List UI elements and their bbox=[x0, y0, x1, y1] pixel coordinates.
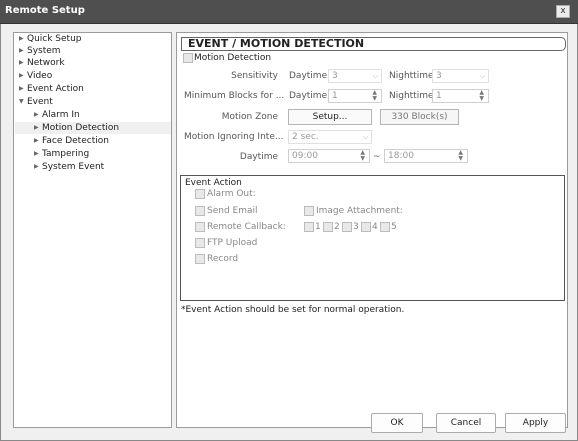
tree-item-label: Network bbox=[27, 58, 65, 68]
expand-arrow-icon: ▶ bbox=[34, 137, 39, 144]
tree-item-event-action[interactable]: ▶ Event Action bbox=[19, 83, 84, 95]
tree-item-label: System Event bbox=[42, 162, 105, 172]
min-blocks-nighttime-label: Nighttime bbox=[389, 91, 434, 101]
alarm-out-checkbox[interactable] bbox=[195, 189, 205, 199]
callback-3-label: 3 bbox=[353, 222, 359, 232]
apply-button[interactable]: Apply bbox=[505, 413, 566, 433]
tree-item-label: Event bbox=[27, 97, 53, 107]
stepper-value: 1 bbox=[332, 91, 338, 101]
stepper-arrows-icon: ▲ ▼ bbox=[458, 149, 463, 162]
callback-4-checkbox[interactable] bbox=[361, 222, 371, 232]
chevron-down-icon: ⌵ bbox=[479, 72, 485, 80]
tree-item-label: Quick Setup bbox=[27, 34, 82, 44]
send-email-label: Send Email bbox=[207, 206, 258, 216]
tree-item-label: System bbox=[27, 46, 61, 56]
expand-arrow-icon: ▶ bbox=[19, 72, 24, 79]
callback-2-label: 2 bbox=[334, 222, 340, 232]
callback-1-label: 1 bbox=[315, 222, 321, 232]
tree-item-alarm-in[interactable]: ▶ Alarm In bbox=[34, 109, 80, 121]
window-title: Remote Setup bbox=[5, 5, 85, 16]
tree-item-tampering[interactable]: ▶ Tampering bbox=[34, 148, 89, 160]
sensitivity-nighttime-select[interactable]: 3 ⌵ bbox=[432, 69, 489, 83]
sensitivity-nighttime-label: Nighttime bbox=[389, 71, 434, 81]
motion-detection-label: Motion Detection bbox=[194, 53, 272, 63]
expand-arrow-icon: ▶ bbox=[19, 85, 24, 92]
tree-item-label: Alarm In bbox=[42, 110, 80, 120]
tree-item-label: Face Detection bbox=[42, 136, 109, 146]
callback-5-checkbox[interactable] bbox=[380, 222, 390, 232]
image-attachment-checkbox[interactable] bbox=[304, 206, 314, 216]
ftp-upload-label: FTP Upload bbox=[207, 238, 258, 248]
tree-item-event[interactable]: ▼ Event bbox=[19, 96, 53, 108]
expand-arrow-icon: ▶ bbox=[34, 124, 39, 131]
event-action-note: *Event Action should be set for normal o… bbox=[181, 305, 405, 315]
tree-item-label: Tampering bbox=[42, 149, 90, 159]
ok-button[interactable]: OK bbox=[371, 413, 423, 433]
motion-detection-checkbox[interactable] bbox=[183, 53, 193, 63]
tree-item-label: Event Action bbox=[27, 84, 84, 94]
expand-arrow-icon: ▶ bbox=[19, 35, 24, 42]
stepper-arrows-icon: ▲ ▼ bbox=[372, 89, 377, 102]
motion-zone-label: Motion Zone bbox=[221, 112, 278, 122]
sensitivity-daytime-select[interactable]: 3 ⌵ bbox=[328, 69, 382, 83]
remote-callback-label: Remote Callback: bbox=[207, 222, 286, 232]
cancel-button[interactable]: Cancel bbox=[436, 413, 496, 433]
send-email-checkbox[interactable] bbox=[195, 206, 205, 216]
motion-zone-setup-button[interactable]: Setup... bbox=[288, 109, 372, 125]
motion-zone-blocks: 330 Block(s) bbox=[380, 109, 459, 125]
callback-2-checkbox[interactable] bbox=[323, 222, 333, 232]
select-value: 3 bbox=[436, 71, 442, 81]
ftp-upload-checkbox[interactable] bbox=[195, 238, 205, 248]
page-title: EVENT / MOTION DETECTION bbox=[181, 37, 566, 51]
alarm-out-label: Alarm Out: bbox=[207, 189, 256, 199]
close-button[interactable]: x bbox=[556, 5, 570, 18]
callback-3-checkbox[interactable] bbox=[342, 222, 352, 232]
callback-4-label: 4 bbox=[372, 222, 378, 232]
expand-arrow-icon: ▶ bbox=[19, 59, 24, 66]
expand-arrow-icon: ▶ bbox=[34, 163, 39, 170]
record-label: Record bbox=[207, 254, 239, 264]
select-value: 2 sec. bbox=[292, 132, 319, 142]
motion-ignoring-label: Motion Ignoring Inte... bbox=[184, 132, 284, 142]
min-blocks-label: Minimum Blocks for ... bbox=[184, 91, 285, 101]
min-blocks-daytime-label: Daytime bbox=[289, 91, 328, 101]
stepper-value: 1 bbox=[436, 91, 442, 101]
range-separator: ~ bbox=[373, 152, 381, 162]
stepper-value: 09:00 bbox=[292, 151, 318, 161]
select-value: 3 bbox=[332, 71, 338, 81]
motion-ignoring-select[interactable]: 2 sec. ⌵ bbox=[288, 130, 372, 144]
tree-item-face-detection[interactable]: ▶ Face Detection bbox=[34, 135, 109, 147]
collapse-arrow-icon: ▼ bbox=[19, 98, 24, 105]
sensitivity-label: Sensitivity bbox=[231, 71, 278, 81]
tree-item-motion-detection[interactable]: ▶ Motion Detection bbox=[15, 122, 171, 134]
expand-arrow-icon: ▶ bbox=[19, 47, 24, 54]
tree-item-network[interactable]: ▶ Network bbox=[19, 57, 65, 69]
daytime-start-stepper[interactable]: 09:00 ▲ ▼ bbox=[288, 149, 370, 163]
stepper-arrows-icon: ▲ ▼ bbox=[479, 89, 484, 102]
sensitivity-daytime-label: Daytime bbox=[289, 71, 328, 81]
expand-arrow-icon: ▶ bbox=[34, 111, 39, 118]
record-checkbox[interactable] bbox=[195, 254, 205, 264]
remote-callback-checkbox[interactable] bbox=[195, 222, 205, 232]
daytime-range-label: Daytime bbox=[239, 152, 278, 162]
setup-tree: ▶ Quick Setup ▶ System ▶ Network ▶ Video ▶ Ev… bbox=[13, 32, 172, 428]
daytime-end-stepper[interactable]: 18:00 ▲ ▼ bbox=[384, 149, 468, 163]
chevron-down-icon: ⌵ bbox=[372, 72, 378, 80]
tree-item-label: Video bbox=[27, 71, 53, 81]
expand-arrow-icon: ▶ bbox=[34, 150, 39, 157]
tree-item-quick-setup[interactable]: ▶ Quick Setup bbox=[19, 33, 82, 45]
stepper-arrows-icon: ▲ ▼ bbox=[360, 149, 365, 162]
callback-5-label: 5 bbox=[391, 222, 397, 232]
title-bar: Remote Setup x bbox=[0, 0, 578, 24]
callback-1-checkbox[interactable] bbox=[304, 222, 314, 232]
tree-item-system[interactable]: ▶ System bbox=[19, 45, 61, 57]
tree-item-label: Motion Detection bbox=[42, 123, 120, 133]
chevron-down-icon: ⌵ bbox=[362, 133, 368, 141]
image-attachment-label: Image Attachment: bbox=[316, 206, 403, 216]
min-blocks-nighttime-stepper[interactable]: 1 ▲ ▼ bbox=[432, 89, 489, 103]
stepper-value: 18:00 bbox=[388, 151, 414, 161]
tree-item-system-event[interactable]: ▶ System Event bbox=[34, 161, 104, 173]
min-blocks-daytime-stepper[interactable]: 1 ▲ ▼ bbox=[328, 89, 382, 103]
tree-item-video[interactable]: ▶ Video bbox=[19, 70, 52, 82]
